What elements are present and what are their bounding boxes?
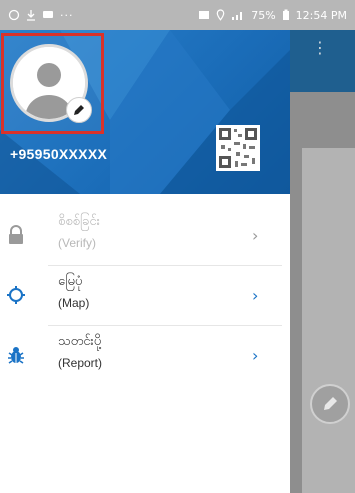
battery-percent: 75% [251, 8, 276, 22]
drawer-menu: စိစစ်ခြင်း (Verify) › မြေပုံ (Map) › သတင… [0, 206, 290, 386]
menu-item-map[interactable]: မြေပုံ (Map) › [0, 266, 290, 326]
status-right-icons: 75% 12:54 PM [198, 9, 347, 22]
download-icon [27, 10, 35, 21]
chevron-right-icon: › [252, 286, 259, 305]
signal-icon [232, 12, 243, 20]
drawer-header: +95950XXXXX [0, 30, 290, 194]
menu-item-subtitle: (Map) [58, 296, 90, 310]
background-app-bar: ⋮ [290, 30, 355, 92]
menu-item-text: သတင်းပို့ (Report) [58, 332, 102, 374]
menu-item-title: သတင်းပို့ [58, 334, 102, 349]
location-icon [216, 9, 225, 21]
menu-item-text: စိစစ်ခြင်း (Verify) [58, 212, 100, 254]
lock-icon [6, 224, 26, 246]
screenshot-icon [199, 11, 210, 19]
menu-item-text: မြေပုံ (Map) [58, 272, 89, 314]
pencil-icon [74, 105, 84, 115]
overflow-menu-icon: ⋮ [312, 38, 328, 57]
target-icon [6, 284, 26, 306]
pencil-icon [324, 397, 337, 410]
avatar-highlight[interactable] [1, 33, 104, 134]
chevron-right-icon: › [252, 346, 259, 365]
drawer-scrim[interactable]: ⋮ [290, 30, 355, 493]
phone-number: +95950XXXXX [10, 146, 108, 162]
menu-item-verify[interactable]: စိစစ်ခြင်း (Verify) › [0, 206, 290, 266]
battery-icon [282, 9, 289, 20]
bug-icon [6, 344, 26, 366]
message-icon [43, 11, 53, 18]
menu-item-title: စိစစ်ခြင်း [58, 214, 100, 229]
status-left-icons: ··· [8, 9, 74, 22]
menu-item-report[interactable]: သတင်းပို့ (Report) › [0, 326, 290, 386]
menu-item-title: မြေပုံ [58, 274, 83, 289]
settings-icon [8, 9, 20, 21]
menu-item-subtitle: (Report) [58, 356, 103, 370]
chevron-right-icon: › [252, 226, 259, 245]
edit-avatar-button[interactable] [66, 97, 92, 123]
background-content [302, 148, 355, 493]
edit-fab [310, 384, 350, 424]
status-time: 12:54 PM [295, 8, 347, 22]
status-bar: ··· 75% 12:54 PM [0, 0, 355, 30]
qr-code[interactable] [216, 125, 260, 171]
menu-item-subtitle: (Verify) [58, 236, 97, 250]
more-dots-icon: ··· [60, 8, 74, 22]
qr-code-icon [216, 125, 260, 171]
navigation-drawer: +95950XXXXX စိစစ်ခြင်း (Verify) › မြေပုံ… [0, 30, 290, 493]
